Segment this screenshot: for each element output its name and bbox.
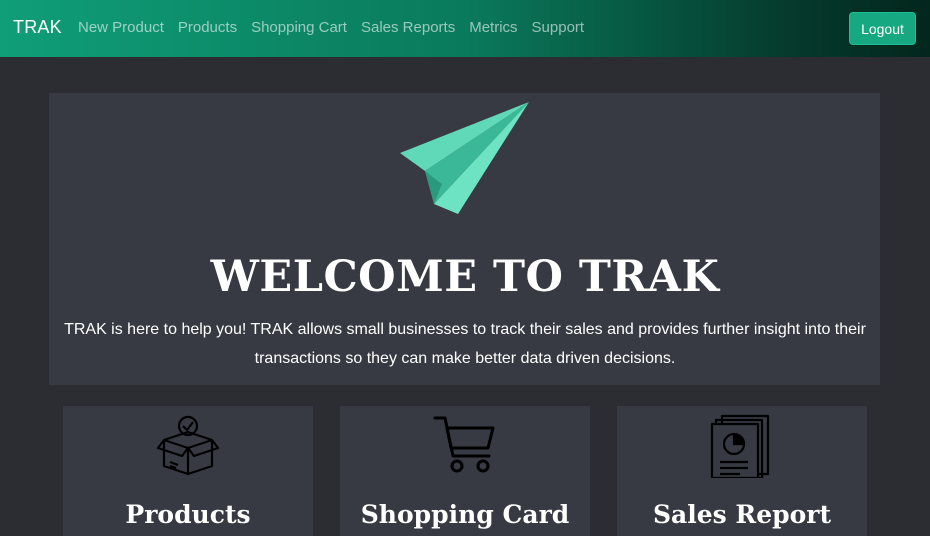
sales-report-card[interactable]: Sales Report — [617, 406, 867, 536]
nav-link-shopping-cart[interactable]: Shopping Cart — [251, 19, 347, 36]
nav-link-new-product[interactable]: New Product — [78, 19, 164, 36]
nav-link-support[interactable]: Support — [532, 19, 585, 36]
nav-link-metrics[interactable]: Metrics — [469, 19, 517, 36]
welcome-description: TRAK is here to help you! TRAK allows sm… — [64, 321, 866, 367]
brand-logo[interactable]: TRAK — [13, 17, 62, 38]
box-check-icon — [156, 415, 220, 476]
nav-link-sales-reports[interactable]: Sales Reports — [361, 19, 455, 36]
products-card-title: Products — [125, 500, 251, 529]
nav-link-products[interactable]: Products — [178, 19, 237, 36]
nav-links: New Product Products Shopping Cart Sales… — [78, 19, 598, 36]
shopping-card-card[interactable]: Shopping Card — [340, 406, 590, 536]
shopping-card-card-title: Shopping Card — [360, 500, 570, 529]
welcome-title: WELCOME TO TRAK — [210, 252, 720, 302]
shopping-cart-icon — [433, 416, 495, 473]
top-navbar: TRAK New Product Products Shopping Cart … — [0, 0, 930, 57]
report-chart-icon — [710, 414, 770, 478]
logout-button[interactable]: Logout — [849, 12, 916, 45]
products-card[interactable]: Products — [63, 406, 313, 536]
paper-plane-icon — [400, 102, 529, 214]
sales-report-card-title: Sales Report — [653, 500, 831, 529]
